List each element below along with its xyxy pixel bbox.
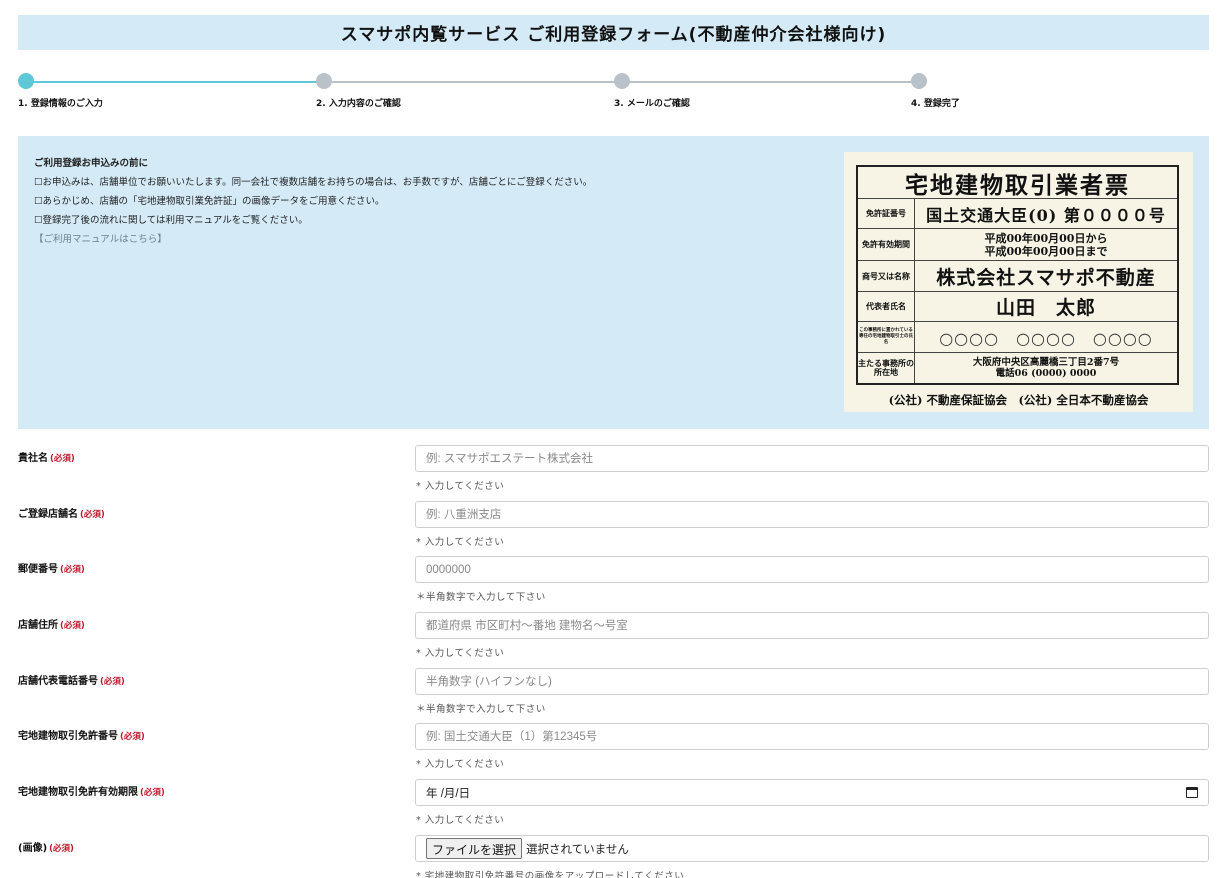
info-heading: ご利用登録お申込みの前に bbox=[34, 158, 149, 169]
required-badge: (必須) bbox=[60, 621, 85, 631]
field-label: 郵便番号 (必須) bbox=[18, 564, 85, 575]
license-value: 山田 太郎 bbox=[995, 297, 1096, 319]
field-label: 店舗住所 (必須) bbox=[18, 620, 85, 631]
form-row-license-expiry: 宅地建物取引免許有効期限 (必須) 年 /月/日 * 入力してください bbox=[18, 779, 1209, 835]
step-label: 4. 登録完了 bbox=[911, 99, 960, 109]
license-row: この事務所に置かれている専任の宅地建物取引士の氏名 ○○○○ ○○○○ ○○○○ bbox=[858, 322, 1177, 353]
license-footer: (公社) 不動産保証協会 (公社) 全日本不動産協会 bbox=[888, 393, 1149, 407]
license-value: 大阪府中央区高麗橋三丁目2番7号 電話06 (0000) 0000 bbox=[972, 357, 1120, 379]
form-row-phone: 店舗代表電話番号(必須) ＊半角数字で入力して下さい bbox=[18, 668, 1209, 724]
field-label: 宅地建物取引免許番号 (必須) bbox=[18, 731, 145, 742]
form-row-image: (画像) (必須) ファイルを選択 選択されていません * 宅地建物取引免許番号の… bbox=[18, 835, 1209, 878]
form-row-postal: 郵便番号(必須) ＊半角数字で入力して下さい bbox=[18, 556, 1209, 612]
field-help: * 入力してください bbox=[416, 481, 505, 492]
info-panel: ご利用登録お申込みの前に ☐お申込みは、店舗単位でお願いいたします。同一会社で複… bbox=[18, 136, 1209, 429]
info-item: ☐あらかじめ、店舗の「宅地建物取引業免許証」の画像データをご用意ください。 bbox=[34, 196, 385, 207]
field-label: (画像) (必須) bbox=[18, 843, 74, 854]
license-value: ○○○○ ○○○○ ○○○○ bbox=[939, 329, 1153, 348]
license-value: 平成00年00月00日から 平成00年00月00日まで bbox=[984, 231, 1108, 258]
progress-steps: 1. 登録情報のご入力 2. 入力内容のご確認 3. メールのご確認 4. 登録… bbox=[18, 72, 1209, 112]
required-badge: (必須) bbox=[60, 565, 85, 575]
step-dot bbox=[18, 73, 34, 89]
field-help: * 入力してください bbox=[416, 648, 505, 659]
field-label: 宅地建物取引免許有効期限 (必須) bbox=[18, 787, 165, 798]
step-dot bbox=[911, 73, 927, 89]
postal-code-input[interactable] bbox=[415, 556, 1209, 583]
license-value: 国土交通大臣(0) 第００００号 bbox=[926, 205, 1166, 225]
field-label: ご登録店舗名 (必須) bbox=[18, 509, 105, 520]
form-row-company: 貴社名(必須) * 入力してください bbox=[18, 445, 1209, 501]
required-badge: (必須) bbox=[80, 510, 105, 520]
step-4: 4. 登録完了 bbox=[911, 72, 960, 109]
company-name-input[interactable] bbox=[415, 445, 1209, 472]
form-row-address: 店舗住所(必須) * 入力してください bbox=[18, 612, 1209, 668]
field-help: * 入力してください bbox=[416, 815, 505, 826]
step-3: 3. メールのご確認 bbox=[614, 72, 690, 109]
license-key: 商号又は名称 bbox=[858, 261, 915, 291]
info-item: ☐登録完了後の流れに関しては利用マニュアルをご覧ください。 bbox=[34, 215, 308, 226]
license-row: 代表者氏名 山田 太郎 bbox=[858, 292, 1177, 322]
required-badge: (必須) bbox=[120, 732, 145, 742]
license-row: 免許有効期間 平成00年00月00日から 平成00年00月00日まで bbox=[858, 229, 1177, 261]
step-dot bbox=[614, 73, 630, 89]
field-help: * 入力してください bbox=[416, 759, 505, 770]
store-address-input[interactable] bbox=[415, 612, 1209, 639]
license-row: 商号又は名称 株式会社スマサポ不動産 bbox=[858, 261, 1177, 292]
field-help: ＊半角数字で入力して下さい bbox=[416, 592, 546, 603]
license-key: この事務所に置かれている専任の宅地建物取引士の氏名 bbox=[858, 322, 915, 352]
manual-link[interactable]: 【ご利用マニュアルはこちら】 bbox=[34, 230, 592, 249]
info-item: ☐お申込みは、店舗単位でお願いいたします。同一会社で複数店舗をお持ちの場合は、お… bbox=[34, 177, 593, 188]
field-help: * 宅地建物取引免許番号の画像をアップロードしてください bbox=[416, 871, 685, 878]
required-badge: (必須) bbox=[100, 677, 125, 687]
required-badge: (必須) bbox=[49, 844, 74, 854]
license-image-file-input[interactable]: ファイルを選択 選択されていません bbox=[415, 835, 1209, 862]
license-key: 免許証番号 bbox=[858, 199, 915, 228]
choose-file-button[interactable]: ファイルを選択 bbox=[426, 838, 523, 859]
form-row-store: ご登録店舗名(必須) * 入力してください bbox=[18, 501, 1209, 557]
license-row: 免許証番号 国土交通大臣(0) 第００００号 bbox=[858, 199, 1177, 229]
info-text: ご利用登録お申込みの前に ☐お申込みは、店舗単位でお願いいたします。同一会社で複… bbox=[34, 154, 592, 249]
license-value: 株式会社スマサポ不動産 bbox=[936, 266, 1156, 289]
page-title: スマサポ内覧サービス ご利用登録フォーム(不動産仲介会社様向け) bbox=[18, 15, 1209, 50]
license-table: 宅地建物取引業者票 免許証番号 国土交通大臣(0) 第００００号 免許有効期間 … bbox=[856, 165, 1179, 385]
calendar-icon[interactable] bbox=[1186, 787, 1198, 798]
step-label: 1. 登録情報のご入力 bbox=[18, 99, 103, 109]
phone-input[interactable] bbox=[415, 668, 1209, 695]
license-key: 主たる事務所の所在地 bbox=[858, 353, 915, 383]
step-2: 2. 入力内容のご確認 bbox=[316, 72, 401, 109]
license-key: 代表者氏名 bbox=[858, 292, 915, 321]
form-row-license-number: 宅地建物取引免許番号(必須) * 入力してください bbox=[18, 723, 1209, 779]
field-label: 店舗代表電話番号 (必須) bbox=[18, 676, 125, 687]
store-name-input[interactable] bbox=[415, 501, 1209, 528]
step-dot bbox=[316, 73, 332, 89]
file-status: 選択されていません bbox=[526, 843, 629, 856]
license-expiry-date-input[interactable]: 年 /月/日 bbox=[415, 779, 1209, 806]
step-1: 1. 登録情報のご入力 bbox=[18, 72, 103, 109]
date-text: 年 /月/日 bbox=[426, 787, 471, 800]
license-key: 免許有効期間 bbox=[858, 229, 915, 260]
required-badge: (必須) bbox=[50, 454, 75, 464]
license-sample-image: 宅地建物取引業者票 免許証番号 国土交通大臣(0) 第００００号 免許有効期間 … bbox=[844, 152, 1193, 412]
license-title: 宅地建物取引業者票 bbox=[858, 167, 1177, 199]
field-help: ＊半角数字で入力して下さい bbox=[416, 704, 546, 715]
step-label: 2. 入力内容のご確認 bbox=[316, 99, 401, 109]
field-help: * 入力してください bbox=[416, 537, 505, 548]
license-number-input[interactable] bbox=[415, 723, 1209, 750]
step-label: 3. メールのご確認 bbox=[614, 99, 690, 109]
field-label: 貴社名 (必須) bbox=[18, 453, 75, 464]
license-row: 主たる事務所の所在地 大阪府中央区高麗橋三丁目2番7号 電話06 (0000) … bbox=[858, 353, 1177, 383]
required-badge: (必須) bbox=[140, 788, 165, 798]
